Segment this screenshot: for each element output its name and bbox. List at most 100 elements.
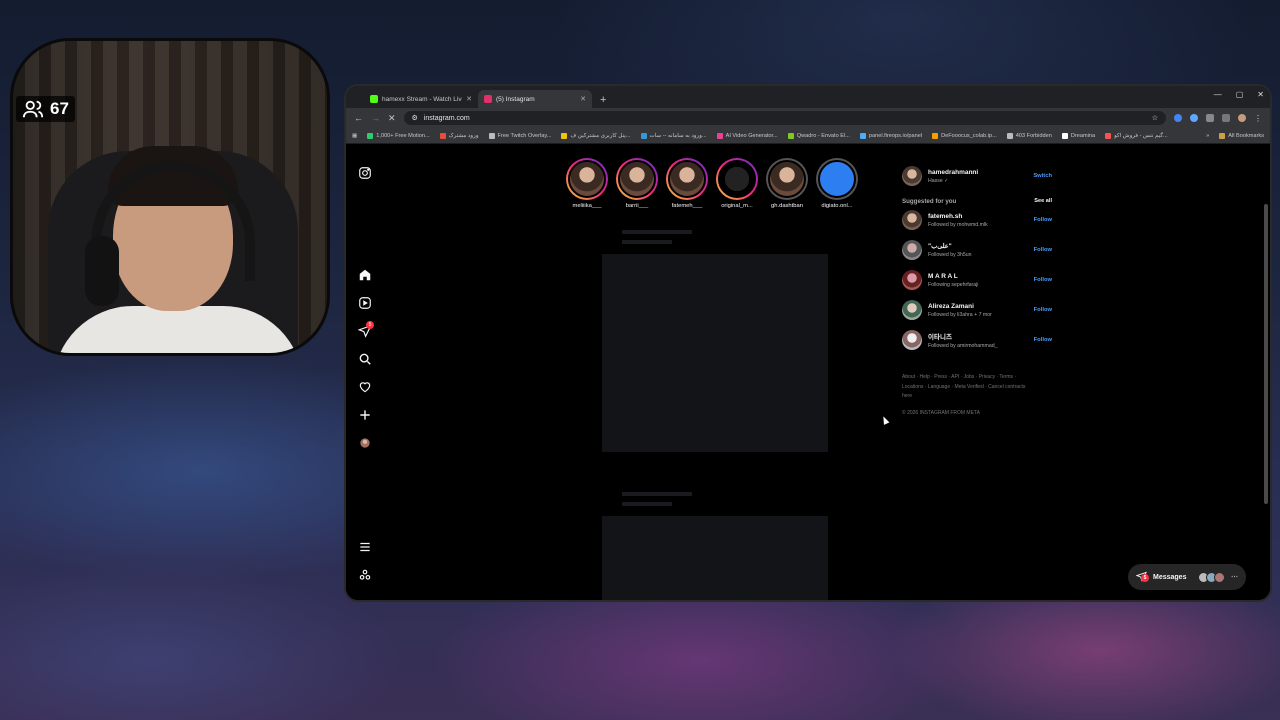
minimize-icon[interactable]: — (1214, 90, 1222, 99)
bookmark-item[interactable]: 403 Forbidden (1006, 132, 1052, 139)
bookmark-item[interactable]: پنل کاربری مشترکین ف... (561, 132, 631, 139)
follow-button[interactable]: Follow (1034, 247, 1052, 253)
bookmark-item[interactable]: AI Video Generator... (716, 132, 778, 139)
more-icon[interactable]: ⋯ (1231, 573, 1238, 581)
close-icon[interactable]: ✕ (466, 95, 472, 103)
bookmark-item[interactable]: panel.fireops.io/panel (859, 132, 922, 139)
all-bookmarks-button[interactable]: All Bookmarks (1219, 132, 1264, 139)
suggestion-item: Alireza Zamani Followed by li3ahra + 7 mo… (902, 295, 1052, 325)
bookmark-label: Free Twitch Overlay... (497, 132, 552, 139)
threads-meta-icon[interactable] (358, 568, 372, 582)
site-info-icon[interactable]: ⚙ (412, 114, 418, 122)
story-username: original_m... (721, 203, 753, 209)
current-account: hamedrahmanni Hasse ✓ Switch (902, 164, 1052, 188)
story-avatar (618, 160, 656, 198)
bookmark-item[interactable]: Free Twitch Overlay... (488, 132, 552, 139)
tab-bar: hamexx Stream - Watch Live on ✕ (5) Inst… (346, 86, 1270, 108)
back-icon[interactable]: ← (354, 113, 363, 123)
switch-account-button[interactable]: Switch (1033, 173, 1052, 179)
account-username[interactable]: hamedrahmanni (928, 169, 1027, 176)
direct-icon: 5 (1135, 571, 1149, 584)
see-all-link[interactable]: See all (1034, 198, 1052, 205)
reels-icon[interactable] (358, 296, 372, 310)
extension-icon[interactable] (1174, 114, 1182, 122)
stop-loading-icon[interactable]: ✕ (388, 113, 396, 124)
avatar[interactable] (902, 166, 922, 186)
story-item[interactable]: meliiika___ (566, 158, 608, 209)
window-controls: — ▢ ✕ (1214, 90, 1264, 99)
home-icon[interactable] (358, 268, 372, 282)
story-item[interactable]: fatemeh___ (666, 158, 708, 209)
sidebar-icon[interactable] (1222, 114, 1230, 122)
suggestion-username[interactable]: Alireza Zamani (928, 303, 1028, 310)
bookmark-item[interactable]: DeFooocus_colab.ip... (932, 132, 997, 139)
instagram-icon (484, 95, 492, 103)
avatar[interactable] (902, 270, 922, 290)
tab-instagram[interactable]: (5) Instagram ✕ (478, 90, 592, 108)
menu-dots-icon[interactable]: ⋮ (1254, 114, 1262, 123)
suggestion-username[interactable]: 이타니즈 (928, 331, 1028, 341)
suggestion-context: Followed by li3ahra + 7 mor (928, 311, 992, 318)
close-icon[interactable]: ✕ (580, 95, 586, 103)
bookmark-item[interactable]: 1,000+ Free Motion... (367, 132, 430, 139)
messages-button[interactable]: 5 Messages ⋯ (1128, 564, 1246, 590)
new-tab-button[interactable]: + (592, 94, 614, 108)
profile-avatar-icon[interactable] (358, 436, 372, 450)
story-avatar (768, 160, 806, 198)
tab-kick-stream[interactable]: hamexx Stream - Watch Live on ✕ (364, 90, 478, 108)
bookmark-item[interactable]: Dreamina (1061, 132, 1095, 139)
story-item[interactable]: gh.dashtban (766, 158, 808, 209)
heart-icon[interactable] (358, 380, 372, 394)
story-avatar (718, 160, 756, 198)
more-bookmarks-icon[interactable]: » (1206, 133, 1209, 139)
footer-links[interactable]: About · Help · Press · API · Jobs · Priv… (902, 373, 1032, 402)
extension-icon[interactable] (1190, 114, 1198, 122)
story-item[interactable]: digiato.onl... (816, 158, 858, 209)
menu-hamburger-icon[interactable] (358, 540, 372, 554)
profile-avatar[interactable] (1238, 114, 1246, 122)
direct-messages-icon[interactable]: 5 (357, 321, 374, 338)
story-avatar (568, 160, 606, 198)
story-item[interactable]: original_m... (716, 158, 758, 209)
suggestion-username[interactable]: M A R A L (928, 273, 1028, 280)
bookmark-star-icon[interactable]: ☆ (1152, 114, 1158, 122)
follow-button[interactable]: Follow (1034, 307, 1052, 313)
story-ring (666, 158, 708, 200)
messages-label: Messages (1153, 573, 1187, 581)
suggestion-username[interactable]: fatemeh.sh (928, 213, 1028, 220)
bookmark-item[interactable]: Qwadro - Envato El... (787, 132, 850, 139)
maximize-icon[interactable]: ▢ (1236, 90, 1244, 99)
avatar[interactable] (902, 330, 922, 350)
address-bar[interactable]: ⚙ instagram.com ☆ (403, 111, 1166, 125)
close-window-icon[interactable]: ✕ (1257, 90, 1264, 99)
follow-button[interactable]: Follow (1034, 337, 1052, 343)
instagram-logo-icon[interactable] (358, 166, 372, 180)
bookmark-item[interactable]: ورود مشترک (439, 132, 479, 139)
loading-skeleton (622, 240, 672, 244)
apps-icon[interactable]: ▦ (352, 133, 357, 139)
create-plus-icon[interactable] (358, 408, 372, 422)
story-username: digiato.onl... (821, 203, 853, 209)
avatar[interactable] (902, 210, 922, 230)
search-icon[interactable] (358, 352, 372, 366)
follow-button[interactable]: Follow (1034, 277, 1052, 283)
story-ring (816, 158, 858, 200)
bookmark-favicon (787, 132, 794, 139)
kick-icon (370, 95, 378, 103)
suggestion-username[interactable]: "علی‌ب" (928, 242, 1028, 250)
bookmark-item[interactable]: گیم نتس - فروش اکو... (1105, 132, 1168, 139)
suggestion-context: Followed by mohwmd.mlk (928, 221, 988, 228)
follow-button[interactable]: Follow (1034, 217, 1052, 223)
story-username: meliiika___ (572, 203, 602, 209)
avatar[interactable] (902, 300, 922, 320)
forward-icon[interactable]: → (371, 113, 380, 123)
scrollbar[interactable] (1264, 204, 1268, 504)
story-item[interactable]: barrii___ (616, 158, 658, 209)
puzzle-icon[interactable] (1206, 114, 1214, 122)
avatar[interactable] (902, 240, 922, 260)
all-bookmarks-label: All Bookmarks (1228, 132, 1264, 139)
bookmark-favicon (1061, 132, 1068, 139)
bookmark-item[interactable]: ورود به سامانه -- سات... (640, 132, 707, 139)
tab-title: hamexx Stream - Watch Live on (382, 95, 462, 103)
browser-toolbar: ← → ✕ ⚙ instagram.com ☆ ⋮ (346, 108, 1270, 128)
